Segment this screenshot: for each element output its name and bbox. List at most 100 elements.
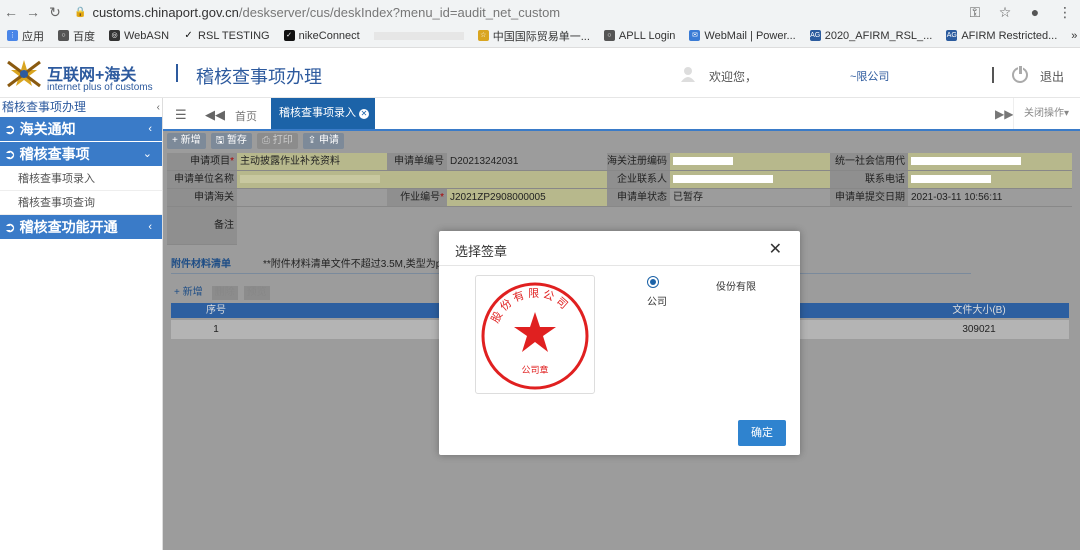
bookmark-afirm-rsl[interactable]: AG 2020_AFIRM_RSL_...: [803, 30, 940, 42]
seal-preview[interactable]: 股份有限公司 公司章: [475, 275, 595, 394]
reload-icon[interactable]: ↻: [44, 4, 66, 21]
bookmark-apll[interactable]: ○ APLL Login: [597, 30, 682, 42]
sidebar-item-entry[interactable]: 稽核查事项录入: [0, 167, 162, 191]
cell-seq: 1: [213, 324, 219, 335]
company-name: ~限公司: [850, 71, 890, 83]
ag-icon: AG: [946, 30, 958, 41]
system-title: 稽核查事项办理: [196, 67, 322, 87]
bookmark-nike[interactable]: ✓ nikeConnect: [277, 30, 367, 42]
apply-no-label: 申请单编号: [387, 153, 447, 170]
single-window-icon: ☆: [477, 30, 489, 41]
address-bar[interactable]: 🔒 customs.chinaport.gov.cn/deskserver/cu…: [74, 5, 960, 20]
form-toolbar: + 新增 🖫 暂存 ⎙ 打印 ⇪ 申请: [167, 133, 344, 151]
hamburger-icon[interactable]: ☰: [175, 107, 187, 123]
lock-icon: 🔒: [74, 6, 87, 18]
add-attachment-button[interactable]: + 新增: [171, 286, 206, 300]
status-field: 已暂存: [670, 189, 830, 206]
forward-icon[interactable]: →: [22, 4, 44, 20]
close-icon[interactable]: ✕: [769, 239, 782, 259]
chevron-down-icon: ⌄: [142, 148, 152, 160]
scroll-right-icon[interactable]: ▶▶: [995, 107, 1013, 121]
globe-icon: ○: [58, 30, 69, 41]
attachments-note: **附件材料清单文件不超过3.5M,类型为p: [263, 259, 442, 270]
enter-icon: ➲: [4, 146, 16, 162]
apply-item-label: 申请项目*: [167, 153, 237, 170]
customs-reg-field[interactable]: [670, 153, 830, 170]
apply-unit-field[interactable]: [237, 171, 607, 188]
submit-date-label: 申请单提交日期: [830, 189, 908, 206]
seal-radio[interactable]: [647, 276, 659, 288]
save-icon: 🖫: [215, 135, 227, 146]
logout-link[interactable]: 退出: [1040, 68, 1064, 85]
logo-subtitle: internet plus of customs: [47, 82, 153, 93]
credit-code-label: 统一社会信用代码: [830, 153, 908, 185]
apply-item-field[interactable]: 主动披露作业补充资料: [237, 153, 387, 170]
apply-unit-label: 申请单位名称: [167, 171, 237, 188]
contact-field[interactable]: [670, 171, 830, 188]
preview-attachment-button[interactable]: 预览: [243, 286, 270, 300]
close-operations-menu[interactable]: 关闭操作▾: [1013, 98, 1080, 129]
job-no-label: 作业编号*: [387, 189, 447, 206]
contact-label: 企业联系人: [607, 171, 670, 188]
bookmark-webmail[interactable]: ✉ WebMail | Power...: [682, 30, 802, 42]
close-tab-icon[interactable]: ✕: [359, 109, 369, 119]
profile-icon[interactable]: ●: [1020, 4, 1050, 20]
radio-label: 公司: [647, 297, 667, 308]
sidebar-title: 稽核查事项办理 ‹: [0, 98, 162, 117]
header-divider: [992, 67, 994, 83]
confirm-button[interactable]: 确定: [738, 420, 786, 446]
delete-attachment-button[interactable]: 删除: [211, 286, 238, 300]
form-row: 申请海关 作业编号* J2021ZP2908000005 申请单状态 已暂存 申…: [167, 189, 1072, 207]
sidebar-item-query[interactable]: 稽核查事项查询: [0, 191, 162, 215]
mail-icon: ✉: [689, 30, 701, 41]
globe-icon: ○: [603, 30, 615, 41]
key-icon[interactable]: ⚿: [960, 4, 990, 21]
column-header-size: 文件大小(B): [952, 305, 1006, 316]
back-icon[interactable]: ←: [0, 4, 22, 20]
tab-bar: ☰ ◀◀ 首页 稽核查事项录入 ✕ ▶▶ 关闭操作▾: [163, 98, 1080, 131]
phone-field[interactable]: [908, 171, 1072, 188]
phone-label: 联系电话: [830, 171, 908, 188]
browser-toolbar: ← → ↻ 🔒 customs.chinaport.gov.cn/deskser…: [0, 0, 1080, 24]
company-seal-image: 股份有限公司 公司章: [481, 282, 589, 390]
url-path: /deskserver/cus/deskIndex?menu_id=audit_…: [238, 4, 561, 20]
upload-icon: ⇪: [307, 135, 319, 146]
bookmarks-more-icon[interactable]: »: [1064, 30, 1080, 42]
bookmark-masked[interactable]: [367, 31, 471, 40]
menu-dots-icon[interactable]: ⋮: [1050, 4, 1080, 21]
credit-code-field[interactable]: [908, 153, 1072, 170]
bookmark-rsl[interactable]: ✓ RSL TESTING: [176, 30, 277, 42]
bookmark-apps[interactable]: ⋮ 应用: [0, 28, 51, 44]
print-button[interactable]: ⎙ 打印: [256, 133, 298, 149]
chevron-left-icon: ‹: [148, 221, 152, 233]
bookmark-baidu[interactable]: ○ 百度: [51, 28, 102, 44]
column-header-seq: 序号: [206, 305, 226, 316]
job-no-field[interactable]: J2021ZP2908000005: [447, 189, 607, 206]
header-divider: [176, 64, 178, 82]
tab-home[interactable]: 首页: [235, 108, 257, 124]
status-label: 申请单状态: [607, 189, 670, 206]
submit-button[interactable]: ⇪ 申请: [302, 133, 344, 149]
url-host: customs.chinaport.gov.cn: [92, 4, 239, 20]
apps-grid-icon: ⋮: [7, 30, 18, 41]
seal-company-name: 伇份有限: [716, 282, 756, 293]
form-row: 申请单位名称 企业联系人 联系电话: [167, 171, 1072, 189]
star-icon[interactable]: ☆: [990, 4, 1020, 21]
sidebar-section-audit[interactable]: ➲ 稽核查事项 ⌄: [0, 142, 162, 167]
svg-text:公司章: 公司章: [521, 364, 548, 376]
bookmark-webasn[interactable]: ◎ WebASN: [102, 30, 176, 42]
new-button[interactable]: + 新增: [167, 133, 206, 149]
collapse-icon[interactable]: ‹: [157, 98, 160, 117]
power-icon[interactable]: [1012, 65, 1028, 83]
sidebar-section-notice[interactable]: ➲ 海关通知 ‹: [0, 117, 162, 142]
apply-customs-label: 申请海关: [167, 189, 237, 206]
bookmark-afirm-restricted[interactable]: AG AFIRM Restricted...: [939, 30, 1064, 42]
save-button[interactable]: 🖫 暂存: [210, 133, 252, 149]
print-icon: ⎙: [261, 135, 273, 146]
bookmark-single-window[interactable]: ☆ 中国国际贸易单一...: [471, 28, 597, 44]
sidebar-section-activation[interactable]: ➲ 稽核查功能开通 ‹: [0, 215, 162, 240]
user-icon: [681, 67, 695, 82]
tab-audit-entry[interactable]: 稽核查事项录入 ✕: [271, 98, 375, 129]
scroll-left-icon[interactable]: ◀◀: [205, 107, 225, 123]
attachments-toolbar: + 新增 删除 预览: [171, 286, 270, 300]
